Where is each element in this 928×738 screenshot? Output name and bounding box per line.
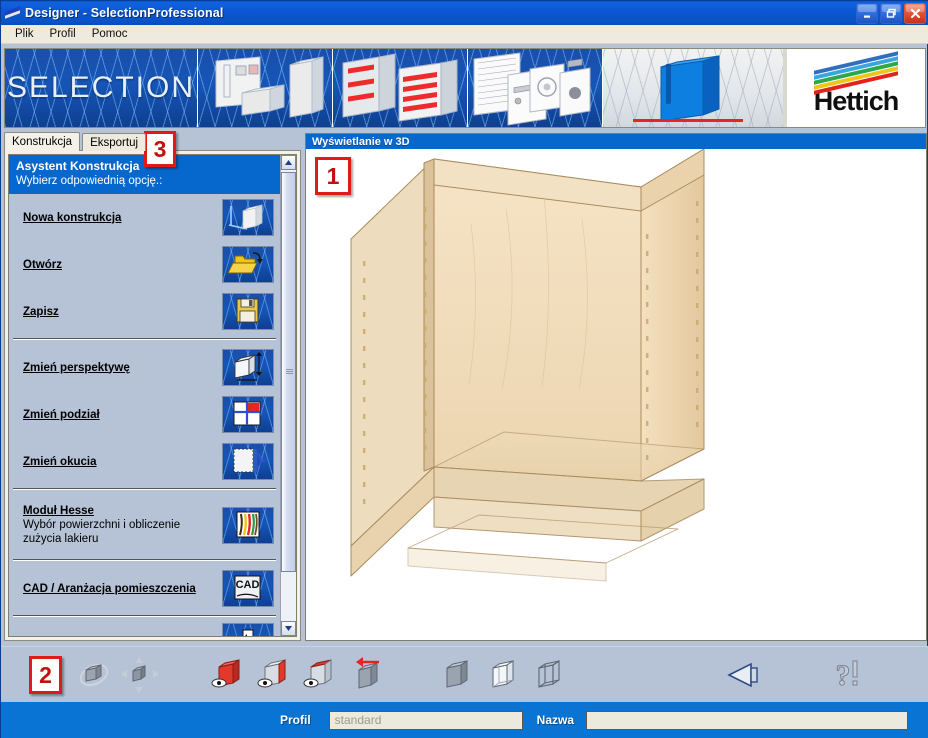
view3d-title: Wyświetlanie w 3D <box>306 134 926 149</box>
minimize-icon[interactable] <box>856 3 878 24</box>
sidebar-tabs: Konstrukcja Eksportuj <box>4 132 148 151</box>
sidebar-item-sublabel: Wybór powierzchni i obliczenie zużycia l… <box>23 519 181 545</box>
sidebar-item-label-block: Moduł Hesse Wybór powierzchni i obliczen… <box>23 504 203 546</box>
svg-text:?: ? <box>836 659 851 692</box>
annotation-badge-1: 1 <box>315 157 351 195</box>
assistant-list-content: Asystent Konstrukcja Wybierz odpowiednią… <box>9 155 280 636</box>
partial-tool-icon[interactable] <box>222 623 274 636</box>
sidebar-item-zmien-okucia[interactable]: Zmień okucia <box>9 438 280 485</box>
scroll-down-arrow-icon[interactable] <box>281 621 296 636</box>
sidebar-item-modul-hesse[interactable]: Moduł Hesse Wybór powierzchni i obliczen… <box>9 494 280 556</box>
group-divider <box>9 556 280 565</box>
rotate-view-icon[interactable] <box>71 652 117 698</box>
nazwa-field[interactable] <box>586 710 909 730</box>
hettich-stripes-icon <box>814 51 898 95</box>
view3d-panel: Wyświetlanie w 3D 1 <box>305 133 927 641</box>
menu-item-plik[interactable]: Plik <box>7 27 42 41</box>
menu-item-pomoc[interactable]: Pomoc <box>84 27 136 41</box>
hettich-wordmark: Hettich <box>813 86 900 116</box>
sidebar-item-zapisz[interactable]: Zapisz <box>9 288 280 335</box>
wireframe-view-icon[interactable] <box>525 652 571 698</box>
sidebar-panel: Asystent Konstrukcja Wybierz odpowiednią… <box>4 150 301 641</box>
banner-cell-drawers <box>333 49 468 127</box>
group-divider <box>9 335 280 344</box>
help-icon[interactable]: ? <box>827 652 873 698</box>
designer-app-icon <box>4 5 21 21</box>
menu-item-profil[interactable]: Profil <box>42 27 84 41</box>
banner-cell-selection: SELECTION <box>5 49 198 127</box>
sidebar-item-label: Nowa konstrukcja <box>23 211 122 224</box>
assistant-list: Asystent Konstrukcja Wybierz odpowiednią… <box>8 154 297 637</box>
group-divider <box>9 612 280 621</box>
cabinet-carcass-3d-render <box>350 149 705 582</box>
scrollbar-track[interactable] <box>281 170 296 621</box>
sidebar-scrollbar[interactable] <box>280 155 296 636</box>
change-fittings-icon[interactable] <box>222 443 274 480</box>
cad-room-layout-icon[interactable]: CAD <box>222 570 274 607</box>
sidebar-item-label: Zapisz <box>23 305 59 318</box>
annotation-badge-3: 3 <box>144 131 176 167</box>
title-bar: Designer - SelectionProfessional <box>1 1 928 25</box>
hide-top-face-icon[interactable] <box>297 652 343 698</box>
brand-wordmark: SELECTION <box>6 71 196 104</box>
hettich-logo: Hettich <box>787 49 925 127</box>
sidebar-item-label: CAD / Aranżacja pomieszczenia <box>23 582 196 595</box>
sidebar-item-label: Zmień perspektywę <box>23 361 130 374</box>
toolbar: ? 2 <box>1 646 928 703</box>
product-banner: SELECTION Hettich <box>4 48 926 128</box>
svg-text:CAD: CAD <box>236 579 260 591</box>
sidebar-item-zmien-podzial[interactable]: Zmień podział <box>9 391 280 438</box>
solid-view-icon[interactable] <box>433 652 479 698</box>
hide-side-face-icon[interactable] <box>251 652 297 698</box>
sidebar-item-cad-aranzacja[interactable]: CAD / Aranżacja pomieszczenia CAD <box>9 565 280 612</box>
restore-icon[interactable] <box>880 3 902 24</box>
window-controls <box>856 3 926 24</box>
change-division-icon[interactable] <box>222 396 274 433</box>
banner-cell-blue-cabinet <box>603 49 783 127</box>
sidebar-item-otworz[interactable]: Otwórz <box>9 241 280 288</box>
tab-konstrukcja[interactable]: Konstrukcja <box>4 132 81 151</box>
banner-cell-fittings <box>468 49 603 127</box>
change-perspective-icon[interactable] <box>222 349 274 386</box>
window-title: Designer - SelectionProfessional <box>25 6 224 20</box>
tab-eksportuj[interactable]: Eksportuj <box>82 133 147 151</box>
new-construction-icon[interactable] <box>222 199 274 236</box>
menu-bar: Plik Profil Pomoc <box>1 25 928 44</box>
nazwa-label: Nazwa <box>536 713 575 727</box>
application-window: Designer - SelectionProfessional Plik Pr… <box>0 0 928 738</box>
profil-field[interactable]: standard <box>328 710 523 730</box>
banner-cell-panels <box>198 49 333 127</box>
save-diskette-icon[interactable] <box>222 293 274 330</box>
sidebar-item-label: Otwórz <box>23 258 62 271</box>
scrollbar-thumb[interactable] <box>281 172 296 572</box>
move-element-icon[interactable] <box>343 652 389 698</box>
sidebar-item-label: Moduł Hesse <box>23 505 94 517</box>
view3d-canvas[interactable]: 1 <box>306 149 926 640</box>
pan-move-icon[interactable] <box>117 652 163 698</box>
assistant-subtitle: Wybierz odpowiednią opcję.: <box>16 175 163 187</box>
status-bar: Profil standard Nazwa <box>1 702 928 738</box>
close-icon[interactable] <box>904 3 926 24</box>
hesse-module-icon[interactable] <box>222 506 274 544</box>
sidebar-item-label: Zmień podział <box>23 408 100 421</box>
open-folder-icon[interactable] <box>222 246 274 283</box>
hidden-line-view-icon[interactable] <box>479 652 525 698</box>
sidebar-item-nowa-konstrukcja[interactable]: Nowa konstrukcja <box>9 194 280 241</box>
back-arrow-icon[interactable] <box>723 652 769 698</box>
hide-front-face-icon[interactable] <box>205 652 251 698</box>
sidebar-item-zmien-perspektywe[interactable]: Zmień perspektywę <box>9 344 280 391</box>
annotation-badge-2: 2 <box>29 656 62 694</box>
scroll-up-arrow-icon[interactable] <box>281 155 296 170</box>
profil-label: Profil <box>280 713 311 727</box>
sidebar-item-partial[interactable] <box>9 621 280 636</box>
sidebar: Konstrukcja Eksportuj Asystent Konstrukc… <box>4 132 301 641</box>
group-divider <box>9 485 280 494</box>
sidebar-item-label: Zmień okucia <box>23 455 97 468</box>
